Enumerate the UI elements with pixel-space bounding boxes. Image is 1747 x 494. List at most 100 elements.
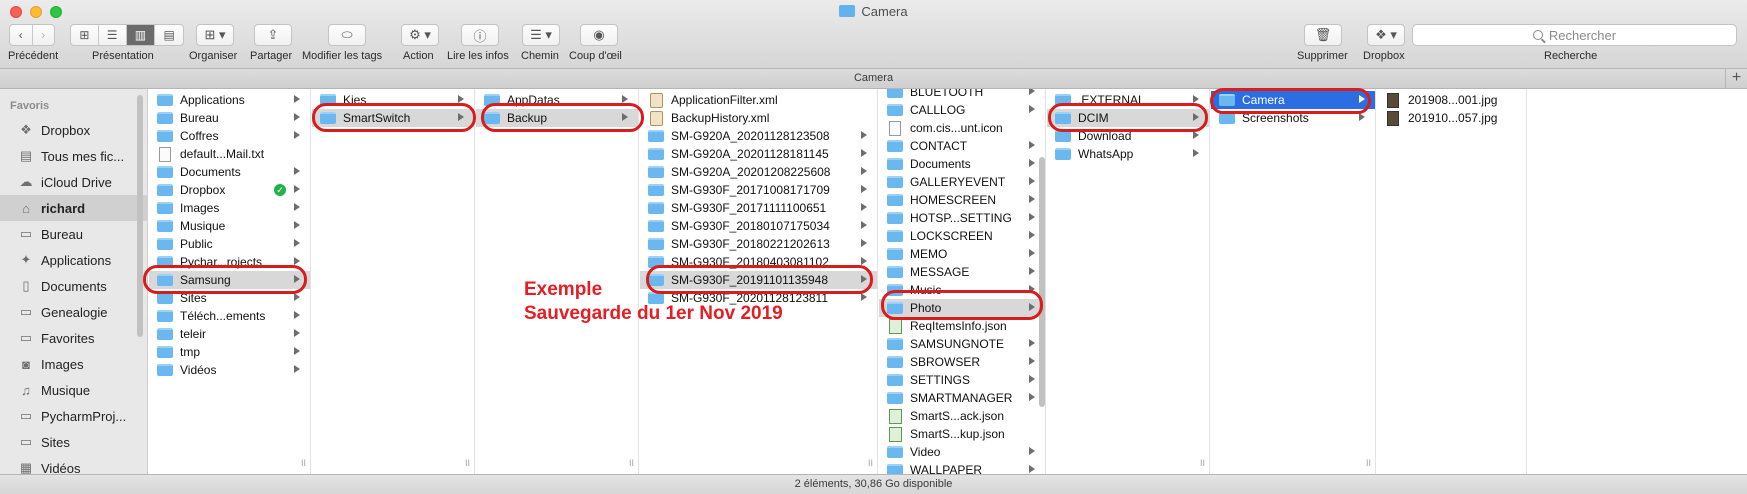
share-button[interactable]: ⇪ bbox=[254, 24, 292, 46]
info-button[interactable]: ⓘ bbox=[461, 24, 499, 46]
sidebar-item-all-files[interactable]: ▤ Tous mes fic... bbox=[0, 143, 147, 169]
forward-button[interactable]: › bbox=[33, 25, 55, 45]
folder-icon bbox=[887, 104, 903, 116]
list-item[interactable]: BackupHistory.xml bbox=[640, 109, 877, 127]
list-item[interactable]: SM-G930F_20180221202613 bbox=[640, 235, 877, 253]
list-item[interactable]: Documents bbox=[879, 155, 1045, 173]
list-item[interactable]: default...Mail.txt bbox=[149, 145, 310, 163]
list-item[interactable]: CONTACT bbox=[879, 137, 1045, 155]
column-resize-handle[interactable]: II bbox=[1200, 458, 1205, 468]
list-item[interactable]: Bureau bbox=[149, 109, 310, 127]
list-item[interactable]: Dropbox ✓ bbox=[149, 181, 310, 199]
sidebar-item-applications[interactable]: ✦ Applications bbox=[0, 247, 147, 273]
list-item[interactable]: Téléch...ements bbox=[149, 307, 310, 325]
path-button[interactable]: ☰ ▾ bbox=[522, 24, 560, 46]
sidebar-item-icloud[interactable]: ☁ iCloud Drive bbox=[0, 169, 147, 195]
list-item[interactable]: tmp bbox=[149, 343, 310, 361]
list-item[interactable]: Coffres bbox=[149, 127, 310, 145]
list-item[interactable]: SM-G920A_20201128181145 bbox=[640, 145, 877, 163]
list-item[interactable]: BLUETOOTH bbox=[879, 89, 1045, 101]
list-item[interactable]: SmartS...kup.json bbox=[879, 425, 1045, 443]
column-camera: 201908...001.jpg 201910...057.jpg bbox=[1377, 89, 1527, 474]
list-item[interactable]: WALLPAPER bbox=[879, 461, 1045, 474]
list-item[interactable]: Images bbox=[149, 199, 310, 217]
list-item[interactable]: SM-G930F_20180107175034 bbox=[640, 217, 877, 235]
list-item[interactable]: SM-G920A_20201208225608 bbox=[640, 163, 877, 181]
list-item[interactable]: Musique bbox=[149, 217, 310, 235]
list-item[interactable]: SETTINGS bbox=[879, 371, 1045, 389]
tab-camera[interactable]: Camera bbox=[854, 72, 893, 84]
column-resize-handle[interactable]: II bbox=[629, 458, 634, 468]
sidebar-item-sites[interactable]: ▭ Sites bbox=[0, 429, 147, 455]
delete-button[interactable]: 🗑 bbox=[1304, 24, 1342, 46]
sidebar-item-favorites[interactable]: ▭ Favorites bbox=[0, 325, 147, 351]
new-tab-button[interactable]: + bbox=[1725, 69, 1747, 88]
sidebar-item-musique[interactable]: ♫ Musique bbox=[0, 377, 147, 403]
list-item[interactable]: 201910...057.jpg bbox=[1377, 109, 1526, 127]
list-item[interactable]: Video bbox=[879, 443, 1045, 461]
list-item[interactable]: HOTSP...SETTING bbox=[879, 209, 1045, 227]
sidebar-item-images[interactable]: ◙ Images bbox=[0, 351, 147, 377]
icon-view-button[interactable]: ⊞ bbox=[71, 25, 99, 45]
coverflow-icon: ▤ bbox=[163, 28, 175, 42]
column-resize-handle[interactable]: II bbox=[868, 458, 873, 468]
search-label: Recherche bbox=[1544, 50, 1598, 62]
sidebar-item-dropbox[interactable]: ❖ Dropbox bbox=[0, 117, 147, 143]
quicklook-button[interactable]: ◉ bbox=[580, 24, 618, 46]
disclosure-arrow-icon bbox=[1029, 447, 1035, 455]
sidebar-item-documents[interactable]: ▯ Documents bbox=[0, 273, 147, 299]
gallery-view-button[interactable]: ▤ bbox=[155, 25, 183, 45]
list-item[interactable]: WhatsApp bbox=[1047, 145, 1209, 163]
list-item[interactable]: 201908...001.jpg bbox=[1377, 91, 1526, 109]
back-button[interactable]: ‹ bbox=[10, 25, 33, 45]
search-field[interactable]: Rechercher bbox=[1412, 24, 1737, 46]
list-item[interactable]: Public bbox=[149, 235, 310, 253]
column-resize-handle[interactable]: II bbox=[1366, 458, 1371, 468]
list-item[interactable]: SmartS...ack.json bbox=[879, 407, 1045, 425]
json-file-icon bbox=[889, 426, 902, 442]
list-view-button[interactable]: ☰ bbox=[99, 25, 127, 45]
sidebar-scrollbar[interactable] bbox=[137, 95, 143, 337]
folder-icon bbox=[648, 184, 664, 196]
list-item[interactable]: SM-G930F_20171008171709 bbox=[640, 181, 877, 199]
disclosure-arrow-icon bbox=[1029, 357, 1035, 365]
column-view-button[interactable]: ▥ bbox=[126, 25, 156, 45]
list-item[interactable]: ApplicationFilter.xml bbox=[640, 91, 877, 109]
sidebar-item-videos[interactable]: ▦ Vidéos bbox=[0, 455, 147, 474]
disclosure-arrow-icon bbox=[1029, 375, 1035, 383]
tags-button[interactable]: ⬭ bbox=[328, 24, 366, 46]
list-item[interactable]: Vidéos bbox=[149, 361, 310, 379]
folder-icon bbox=[157, 184, 173, 196]
folder-icon bbox=[887, 464, 903, 474]
list-item[interactable]: GALLERYEVENT bbox=[879, 173, 1045, 191]
column-resize-handle[interactable]: II bbox=[465, 458, 470, 468]
disclosure-arrow-icon bbox=[1029, 465, 1035, 473]
folder-icon bbox=[157, 310, 173, 322]
list-item[interactable]: MEMO bbox=[879, 245, 1045, 263]
sidebar-item-genealogie[interactable]: ▭ Genealogie bbox=[0, 299, 147, 325]
disclosure-arrow-icon bbox=[294, 239, 300, 247]
arrange-button[interactable]: ⊞ ▾ bbox=[196, 24, 234, 46]
sidebar-item-bureau[interactable]: ▭ Bureau bbox=[0, 221, 147, 247]
list-item[interactable]: SM-G930F_20171111100651 bbox=[640, 199, 877, 217]
list-item[interactable]: HOMESCREEN bbox=[879, 191, 1045, 209]
list-item[interactable]: SMARTMANAGER bbox=[879, 389, 1045, 407]
action-button[interactable]: ⚙ ▾ bbox=[401, 24, 439, 46]
list-item[interactable]: LOCKSCREEN bbox=[879, 227, 1045, 245]
list-item[interactable]: MESSAGE bbox=[879, 263, 1045, 281]
list-item[interactable]: Applications bbox=[149, 91, 310, 109]
disclosure-arrow-icon bbox=[622, 95, 628, 103]
path-label: Chemin bbox=[521, 50, 559, 62]
list-item[interactable]: teleir bbox=[149, 325, 310, 343]
list-item[interactable]: SAMSUNGNOTE bbox=[879, 335, 1045, 353]
dropbox-button[interactable]: ❖ ▾ bbox=[1367, 24, 1405, 46]
sidebar-item-richard[interactable]: ⌂ richard bbox=[0, 195, 147, 221]
list-item[interactable]: com.cis...unt.icon bbox=[879, 119, 1045, 137]
list-item[interactable]: SBROWSER bbox=[879, 353, 1045, 371]
column-scrollbar[interactable] bbox=[1039, 157, 1045, 407]
list-item[interactable]: CALLLOG bbox=[879, 101, 1045, 119]
sidebar-item-pycharm[interactable]: ▭ PycharmProj... bbox=[0, 403, 147, 429]
list-item[interactable]: SM-G920A_20201128123508 bbox=[640, 127, 877, 145]
column-resize-handle[interactable]: II bbox=[301, 458, 306, 468]
list-item[interactable]: Documents bbox=[149, 163, 310, 181]
